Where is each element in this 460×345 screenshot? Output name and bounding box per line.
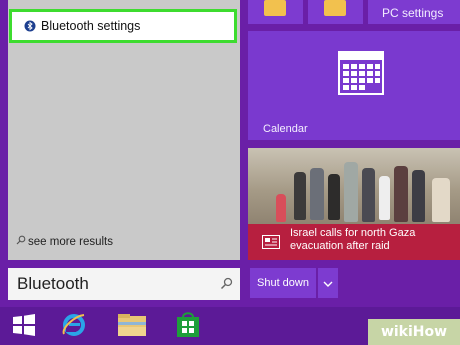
news-headline-bar: Israel calls for north Gaza evacuation a…: [248, 224, 460, 260]
store-icon: [176, 311, 200, 343]
wikihow-watermark: wikiHow: [368, 319, 460, 345]
pc-settings-tile[interactable]: PC settings: [368, 0, 460, 24]
result-label: Bluetooth settings: [41, 19, 141, 33]
start-button[interactable]: [8, 311, 40, 343]
file-explorer-button[interactable]: [116, 311, 148, 343]
search-input-value: Bluetooth: [17, 274, 89, 293]
folder-icon: [264, 0, 286, 16]
search-input[interactable]: Bluetooth: [8, 268, 240, 300]
watermark-text: wikiHow: [380, 324, 448, 340]
chevron-down-icon: [323, 274, 333, 292]
search-icon[interactable]: [220, 277, 233, 295]
calendar-tile[interactable]: Calendar: [248, 31, 460, 140]
shutdown-button[interactable]: Shut down: [250, 268, 316, 298]
search-icon: [16, 235, 26, 248]
see-more-label: see more results: [28, 235, 114, 248]
folder-icon: [117, 313, 147, 342]
windows-logo-icon: [12, 313, 36, 342]
pc-settings-label: PC settings: [382, 6, 444, 20]
news-headline: Israel calls for north Gaza evacuation a…: [290, 227, 416, 252]
shutdown-menu-button[interactable]: [318, 268, 338, 298]
folder-tile[interactable]: [248, 0, 303, 24]
news-tile[interactable]: Israel calls for north Gaza evacuation a…: [248, 148, 460, 260]
bluetooth-icon: [24, 20, 36, 32]
news-icon: [262, 235, 280, 254]
taskbar: wikiHow: [0, 307, 460, 345]
bluetooth-settings-result[interactable]: Bluetooth settings: [9, 9, 237, 43]
folder-icon: [324, 0, 346, 16]
store-button[interactable]: [172, 311, 204, 343]
calendar-label: Calendar: [263, 123, 308, 135]
internet-explorer-icon: [61, 312, 87, 343]
shutdown-label: Shut down: [257, 277, 309, 289]
calendar-icon: [338, 51, 384, 100]
news-photo: [248, 148, 460, 226]
internet-explorer-button[interactable]: [58, 311, 90, 343]
see-more-results-link[interactable]: see more results: [16, 235, 113, 248]
folder-tile[interactable]: [308, 0, 363, 24]
